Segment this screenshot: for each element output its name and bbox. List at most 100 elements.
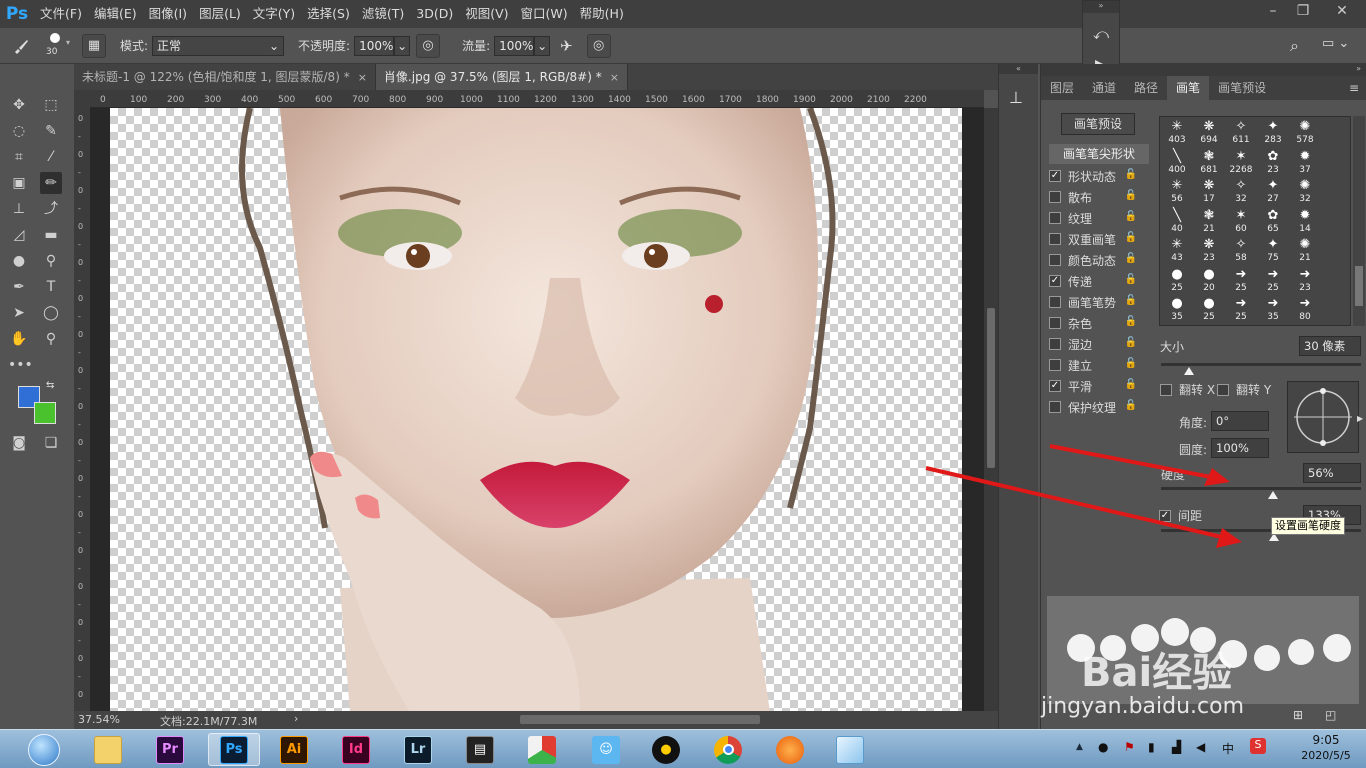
- clone-source-icon[interactable]: ⊥: [1009, 88, 1023, 107]
- opacity-dropdown-icon[interactable]: ⌄: [394, 35, 411, 56]
- brush-tip-cell[interactable]: ✳ 56: [1162, 178, 1192, 206]
- more-tools-icon[interactable]: •••: [8, 354, 33, 376]
- menu-filter[interactable]: 滤镜(T): [356, 0, 410, 28]
- brush-tip-cell[interactable]: ● 25: [1162, 267, 1192, 295]
- tab-brush-presets[interactable]: 画笔预设: [1209, 76, 1275, 100]
- horizontal-ruler[interactable]: 0 100 200 300 400 500 600 700 800 900 10…: [90, 90, 984, 108]
- brush-tip-cell[interactable]: ➜ 25: [1226, 296, 1256, 324]
- history-brush-icon[interactable]: ⤴: [40, 198, 62, 220]
- brush-tip-cell[interactable]: ✶ 60: [1226, 208, 1256, 236]
- marquee-tool-icon[interactable]: ⬚: [40, 94, 62, 116]
- brush-tip-cell[interactable]: ✦ 75: [1258, 237, 1288, 265]
- tab-channels[interactable]: 通道: [1083, 76, 1125, 100]
- brush-option-2[interactable]: 纹理 🔓: [1049, 208, 1137, 228]
- tab-untitled[interactable]: 未标题-1 @ 122% (色相/饱和度 1, 图层蒙版/8) * ×: [74, 64, 376, 90]
- checkbox[interactable]: [1049, 191, 1061, 203]
- healing-brush-icon[interactable]: ▣: [8, 172, 30, 194]
- brush-tip-cell[interactable]: ✦ 283: [1258, 119, 1288, 147]
- quick-select-icon[interactable]: ✎: [40, 120, 62, 142]
- brush-tip-cell[interactable]: ✦ 27: [1258, 178, 1288, 206]
- taskbar-browser[interactable]: [768, 733, 812, 766]
- hand-tool-icon[interactable]: ✋: [8, 328, 30, 350]
- lock-icon[interactable]: 🔓: [1125, 190, 1137, 201]
- brush-option-9[interactable]: 建立 🔓: [1049, 355, 1137, 375]
- brush-tool-icon[interactable]: ✏: [40, 172, 62, 194]
- menu-file[interactable]: 文件(F): [34, 0, 88, 28]
- checkbox[interactable]: ✓: [1049, 380, 1061, 392]
- brush-tip-cell[interactable]: ➜ 25: [1226, 267, 1256, 295]
- airbrush-icon[interactable]: ✈: [560, 37, 573, 55]
- brush-tip-cell[interactable]: ╲ 400: [1162, 149, 1192, 177]
- menu-layer[interactable]: 图层(L): [193, 0, 247, 28]
- checkbox[interactable]: [1217, 383, 1229, 396]
- menu-view[interactable]: 视图(V): [459, 0, 514, 28]
- brush-angle-preview[interactable]: [1287, 381, 1359, 453]
- panel-grip-icon[interactable]: »: [1083, 1, 1119, 13]
- checkbox[interactable]: [1049, 254, 1061, 266]
- close-icon[interactable]: ×: [610, 71, 619, 84]
- workspace-icon[interactable]: ▭ ⌄: [1322, 36, 1356, 56]
- checkbox[interactable]: [1049, 296, 1061, 308]
- brush-option-11[interactable]: 保护纹理 🔓: [1049, 397, 1137, 417]
- tray-volume-icon[interactable]: ◀: [1196, 740, 1205, 754]
- brush-tip-cell[interactable]: ✹ 37: [1290, 149, 1320, 177]
- lock-icon[interactable]: 🔓: [1125, 232, 1137, 243]
- checkbox[interactable]: [1160, 383, 1172, 396]
- search-icon[interactable]: ⌕: [1290, 36, 1310, 56]
- brush-tip-cell[interactable]: ✿ 23: [1258, 149, 1288, 177]
- menu-type[interactable]: 文字(Y): [247, 0, 301, 28]
- tab-brush[interactable]: 画笔: [1167, 76, 1210, 100]
- angle-input[interactable]: 0°: [1211, 411, 1269, 431]
- lock-icon[interactable]: 🔓: [1125, 211, 1137, 222]
- menu-edit[interactable]: 编辑(E): [88, 0, 143, 28]
- checkbox[interactable]: [1049, 359, 1061, 371]
- menu-window[interactable]: 窗口(W): [515, 0, 574, 28]
- brush-option-8[interactable]: 湿边 🔓: [1049, 334, 1137, 354]
- hardness-slider-thumb[interactable]: [1268, 491, 1278, 499]
- taskbar-video[interactable]: ▤: [458, 733, 502, 766]
- lock-icon[interactable]: 🔓: [1125, 358, 1137, 369]
- menu-image[interactable]: 图像(I): [143, 0, 193, 28]
- tab-paths[interactable]: 路径: [1125, 76, 1167, 100]
- brush-tip-shape-item[interactable]: 画笔笔尖形状: [1049, 144, 1149, 164]
- brush-option-1[interactable]: 散布 🔓: [1049, 187, 1137, 207]
- type-tool-icon[interactable]: T: [40, 276, 62, 298]
- panel-menu-icon[interactable]: ≡: [1349, 76, 1366, 100]
- lock-icon[interactable]: 🔓: [1125, 274, 1137, 285]
- new-preset-icon[interactable]: ⊞: [1293, 708, 1303, 722]
- brush-tip-cell[interactable]: ✶ 2268: [1226, 149, 1256, 177]
- tray-flag-icon[interactable]: ⚑: [1124, 740, 1135, 754]
- checkbox[interactable]: ✓: [1049, 275, 1061, 287]
- zoom-tool-icon[interactable]: ⚲: [40, 328, 62, 350]
- close-icon[interactable]: ×: [358, 71, 367, 84]
- scrollbar-thumb[interactable]: [1355, 266, 1363, 306]
- brush-tip-cell[interactable]: ✧ 58: [1226, 237, 1256, 265]
- lock-icon[interactable]: 🔓: [1125, 337, 1137, 348]
- checkbox[interactable]: [1049, 233, 1061, 245]
- checkbox[interactable]: [1049, 401, 1061, 413]
- brush-presets-button[interactable]: 画笔预设: [1061, 113, 1135, 135]
- brush-tip-cell[interactable]: ➜ 80: [1290, 296, 1320, 324]
- lock-icon[interactable]: 🔓: [1125, 379, 1137, 390]
- lock-icon[interactable]: 🔓: [1125, 253, 1137, 264]
- flow-dropdown-icon[interactable]: ⌄: [534, 35, 551, 56]
- brush-tip-cell[interactable]: ➜ 25: [1258, 267, 1288, 295]
- sogou-icon[interactable]: S: [1250, 738, 1266, 754]
- flip-x-checkbox[interactable]: 翻转 X: [1160, 381, 1215, 398]
- screen-mode-icon[interactable]: ❏: [40, 432, 62, 454]
- history-icon[interactable]: ⤺: [1093, 25, 1109, 43]
- brush-tool-preset-icon[interactable]: [0, 37, 42, 55]
- brush-option-7[interactable]: 杂色 🔓: [1049, 313, 1137, 333]
- clock-time[interactable]: 9:05: [1296, 733, 1356, 747]
- checkbox[interactable]: [1049, 317, 1061, 329]
- checkbox[interactable]: ✓: [1049, 170, 1061, 182]
- tray-qq-icon[interactable]: ●: [1098, 740, 1108, 754]
- brush-picker[interactable]: 30 ▾: [42, 30, 78, 62]
- eraser-tool-icon[interactable]: ◿: [8, 224, 30, 246]
- brush-option-3[interactable]: 双重画笔 🔓: [1049, 229, 1137, 249]
- pressure-opacity-icon[interactable]: ◎: [416, 33, 441, 58]
- brush-tip-cell[interactable]: ✿ 65: [1258, 208, 1288, 236]
- brush-tip-cell[interactable]: ✧ 32: [1226, 178, 1256, 206]
- brush-tip-cell[interactable]: ➜ 23: [1290, 267, 1320, 295]
- brush-tip-cell[interactable]: ● 35: [1162, 296, 1192, 324]
